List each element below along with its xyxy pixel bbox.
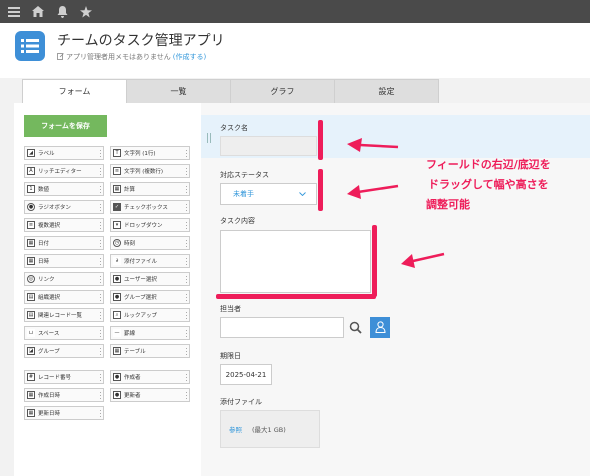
annotation-line-3: 調整可能 — [426, 198, 470, 211]
arrow-line-1 — [359, 143, 399, 149]
arrow-line-3 — [412, 252, 445, 263]
arrow-head-2 — [347, 185, 361, 199]
arrow-line-2 — [357, 184, 399, 194]
annotation-line-1: フィールドの右辺/底辺を — [426, 158, 551, 171]
arrow-head-3 — [401, 254, 415, 268]
annotation-arrows — [347, 138, 445, 268]
annotation-line-2: ドラッグして幅や高さを — [428, 178, 549, 191]
arrow-head-1 — [347, 138, 362, 152]
